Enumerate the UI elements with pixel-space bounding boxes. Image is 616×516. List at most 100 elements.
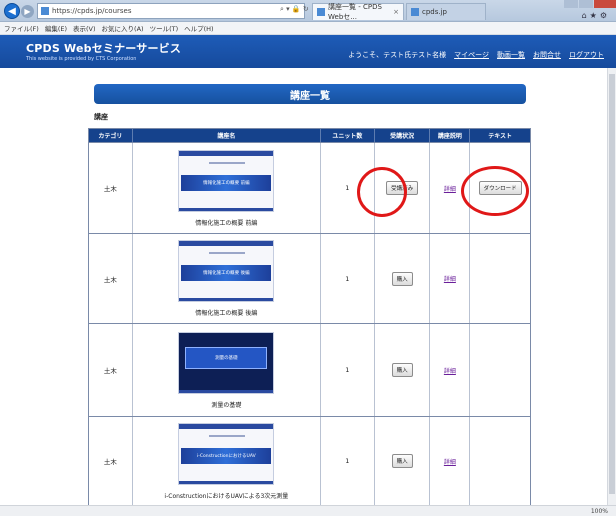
detail-link[interactable]: 詳細: [444, 457, 456, 466]
thumb-top-line: [179, 423, 274, 429]
close-tab-icon[interactable]: ×: [393, 8, 399, 16]
text-cell: [470, 417, 530, 505]
thumb-title: 情報化施工の概要 前編: [181, 174, 272, 191]
menu-tools[interactable]: ツール(T): [150, 23, 179, 33]
menu-file[interactable]: ファイル(F): [4, 23, 39, 33]
header-category: カテゴリ: [89, 129, 133, 142]
tab-label: cpds.jp: [422, 8, 447, 16]
course-name: i-ConstructionにおけるUAVによる3次元測量: [164, 492, 289, 500]
purchase-button[interactable]: 購入: [391, 454, 413, 468]
thumb-caption-line: [209, 252, 246, 254]
description-cell: 詳細: [430, 417, 471, 505]
status-cell: 購入: [375, 234, 431, 323]
nav-contact[interactable]: お問合せ: [533, 50, 561, 60]
section-label: 講座: [94, 113, 108, 121]
text-cell: [470, 324, 530, 416]
row-category: 土木: [89, 234, 133, 323]
course-thumbnail[interactable]: i-ConstructionにおけるUAV: [178, 422, 275, 485]
highlight-circle-status: [357, 167, 407, 217]
thumb-title: i-ConstructionにおけるUAV: [181, 447, 272, 464]
menu-favorites[interactable]: お気に入り(A): [102, 23, 144, 33]
maximize-icon[interactable]: [579, 0, 593, 8]
description-cell: 詳細: [430, 234, 471, 323]
row-units: 1: [321, 234, 375, 323]
thumb-bottom-line: [179, 207, 274, 211]
course-thumbnail[interactable]: 情報化施工の概要 後編: [178, 240, 275, 302]
row-units: 1: [321, 324, 375, 416]
purchase-button[interactable]: 購入: [391, 363, 413, 377]
site-logo[interactable]: CPDS Webセミナーサービス: [26, 40, 181, 56]
header-units: ユニット数: [321, 129, 375, 142]
course-cell: 測量の基礎 測量の基礎: [133, 324, 321, 416]
back-arrow-icon[interactable]: ◀: [4, 3, 20, 19]
tab-inactive[interactable]: cpds.jp: [406, 3, 486, 20]
row-category: 土木: [89, 324, 133, 416]
table-row: 土木 i-ConstructionにおけるUAV i-Constructionに…: [89, 416, 530, 505]
course-name: 情報化施工の概要 前編: [195, 219, 258, 227]
table-row: 土木 情報化施工の概要 後編 情報化施工の概要 後編 1 購入 詳細: [89, 233, 530, 323]
thumb-title: 測量の基礎: [185, 346, 268, 369]
status-cell: 購入: [375, 417, 431, 505]
menu-edit[interactable]: 編集(E): [45, 23, 67, 33]
tab-label: 講座一覧 - CPDS Webセ...: [328, 3, 382, 21]
site-logo-subtitle: This website is provided by CTS Corporat…: [26, 56, 137, 62]
thumb-bottom-line: [179, 480, 274, 484]
text-cell: [470, 234, 530, 323]
row-category: 土木: [89, 417, 133, 505]
menu-help[interactable]: ヘルプ(H): [184, 23, 213, 33]
course-cell: 情報化施工の概要 後編 情報化施工の概要 後編: [133, 234, 321, 323]
thumb-top-line: [179, 241, 274, 246]
zoom-level[interactable]: 100%: [591, 508, 608, 515]
header-status: 受講状況: [375, 129, 431, 142]
tab-active[interactable]: 講座一覧 - CPDS Webセ... ×: [312, 3, 404, 21]
nav-mypage[interactable]: マイページ: [454, 50, 489, 60]
browser-tools-icons[interactable]: ⌂★⚙: [582, 11, 610, 20]
minimize-icon[interactable]: [564, 0, 578, 8]
page-title: 講座一覧: [94, 84, 526, 104]
address-bar[interactable]: https://cpds.jp/courses: [37, 3, 305, 19]
thumb-top-line: [179, 150, 274, 156]
header-description: 講座説明: [430, 129, 471, 142]
forward-arrow-icon[interactable]: ▶: [21, 5, 34, 18]
header-text: テキスト: [488, 133, 513, 140]
browser-toolbar: ◀ ▶ https://cpds.jp/courses ⌕ ▾ 🔒 ↻ 講座一覧…: [0, 0, 616, 22]
table-row: 土木 測量の基礎 測量の基礎 1 購入 詳細: [89, 323, 530, 416]
purchase-button[interactable]: 購入: [391, 271, 413, 286]
detail-link[interactable]: 詳細: [444, 274, 456, 283]
detail-link[interactable]: 詳細: [444, 366, 456, 375]
description-cell: 詳細: [430, 324, 471, 416]
thumb-bottom-line: [179, 298, 274, 301]
header-course-name: 講座名: [133, 129, 321, 142]
table-header: カテゴリ 講座名 ユニット数 受講状況 講座説明 テキスト: [89, 129, 530, 142]
thumb-caption-line: [209, 434, 246, 437]
course-cell: i-ConstructionにおけるUAV i-Constructionにおける…: [133, 417, 321, 505]
row-category: 土木: [89, 143, 133, 233]
course-name: 測量の基礎: [211, 401, 242, 409]
row-units: 1: [321, 417, 375, 505]
nav-logout[interactable]: ログアウト: [569, 50, 604, 60]
course-thumbnail[interactable]: 測量の基礎: [178, 331, 275, 394]
course-thumbnail[interactable]: 情報化施工の概要 前編: [178, 149, 275, 212]
status-bar: 100%: [0, 505, 616, 516]
address-text: https://cpds.jp/courses: [52, 7, 132, 15]
vertical-scrollbar[interactable]: [607, 68, 616, 505]
scrollbar-thumb[interactable]: [609, 74, 615, 494]
window-controls: [563, 0, 616, 8]
site-header: CPDS Webセミナーサービス This website is provide…: [0, 35, 616, 68]
course-name: 情報化施工の概要 後編: [195, 310, 258, 317]
thumb-caption-line: [209, 161, 246, 164]
thumb-bottom-line: [179, 389, 274, 393]
welcome-text: ようこそ、テスト氏テスト名様: [348, 51, 447, 59]
address-tools-icon[interactable]: ⌕ ▾ 🔒 ↻: [280, 5, 309, 14]
close-window-icon[interactable]: [594, 0, 616, 8]
header-nav: ようこそ、テスト氏テスト名様 マイページ 動画一覧 お問合せ ログアウト: [348, 50, 604, 60]
status-cell: 購入: [375, 324, 431, 416]
highlight-circle-download: [461, 166, 529, 216]
thumb-title: 情報化施工の概要 後編: [181, 265, 272, 281]
menu-view[interactable]: 表示(V): [73, 23, 96, 33]
detail-link[interactable]: 詳細: [444, 184, 456, 193]
nav-video-list[interactable]: 動画一覧: [497, 50, 525, 60]
course-cell: 情報化施工の概要 前編 情報化施工の概要 前編: [133, 143, 321, 233]
page-icon: [41, 7, 49, 15]
tab-favicon-icon: [317, 8, 325, 16]
